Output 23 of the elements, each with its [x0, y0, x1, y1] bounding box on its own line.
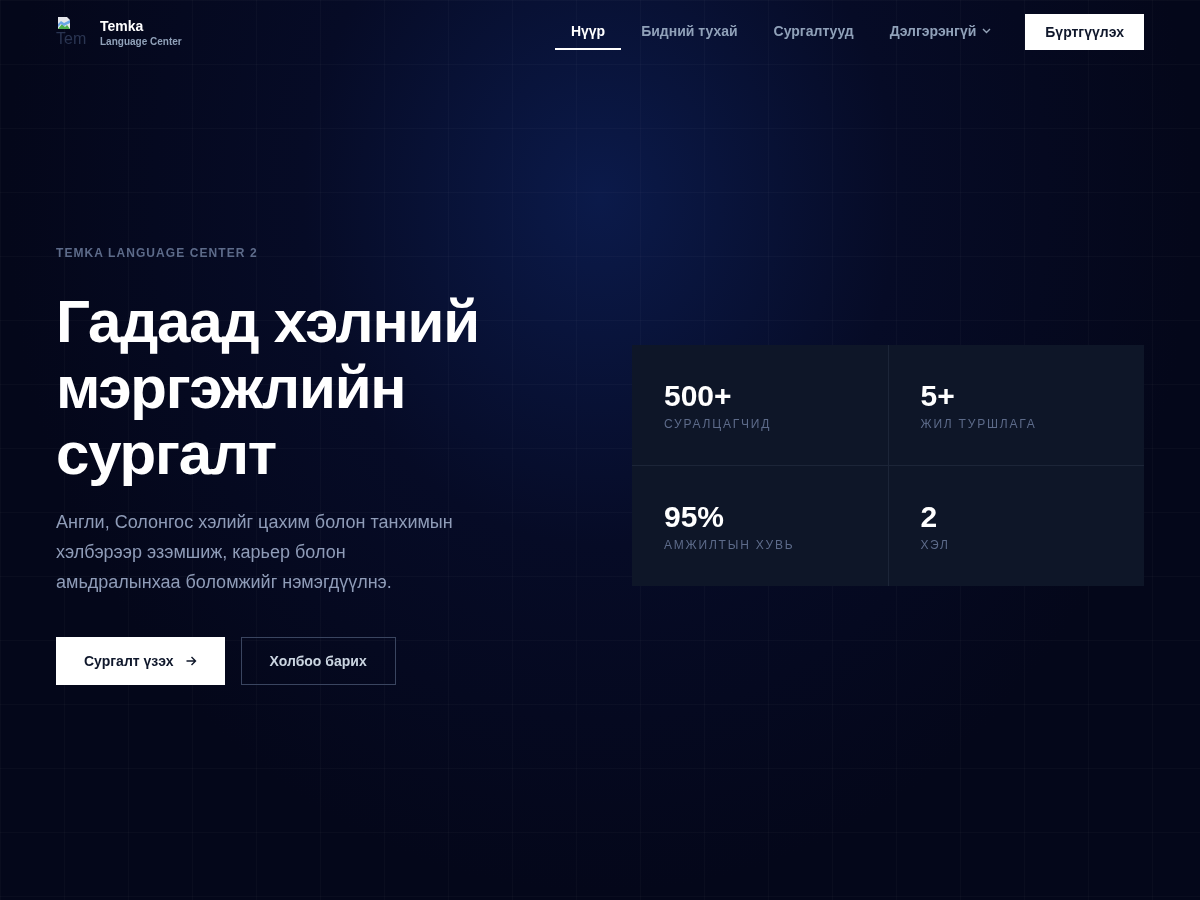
arrow-right-icon [185, 656, 197, 666]
eyebrow-text: TEMKA LANGUAGE CENTER 2 [56, 245, 258, 261]
chevron-down-icon [982, 28, 992, 34]
stat-value: 2 [920, 498, 939, 535]
brand-tagline: Language Center [100, 36, 182, 48]
stat-label: ХЭЛ [920, 536, 951, 553]
register-button[interactable]: Бүртгүүлэх [1025, 14, 1144, 50]
stat-value: 500+ [664, 377, 733, 414]
stat-label: СУРАЛЦАГЧИД [664, 415, 773, 432]
brand-name[interactable]: Temka [100, 16, 182, 36]
stat-label: АМЖИЛТЫН ХУВЬ [664, 536, 796, 553]
broken-image-icon [56, 16, 72, 30]
stat-label: ЖИЛ ТУРШЛАГА [920, 415, 1038, 432]
hero-description: Англи, Солонгос хэлийг цахим болон танхимын хэлбэрээр эзэмшиж, карьер болон амьдралынхаа боломжийг нэмэгдүүлнэ. [56, 511, 454, 594]
stat-value: 95% [664, 498, 726, 535]
view-courses-button[interactable]: Сургалт үзэх [56, 637, 225, 685]
hero-heading: Гадаад хэлний мэргэжлийн сургалт [56, 289, 480, 487]
stat-value: 5+ [920, 377, 956, 414]
contact-button[interactable]: Холбоо барих [240, 637, 396, 685]
nav-link[interactable]: Бидний тухай [625, 14, 754, 50]
nav-link[interactable]: Сургалтууд [757, 14, 870, 50]
nav-dropdown[interactable]: Дэлгэрэнгүй [873, 14, 1008, 50]
nav-link[interactable]: Нүүр [554, 14, 622, 50]
